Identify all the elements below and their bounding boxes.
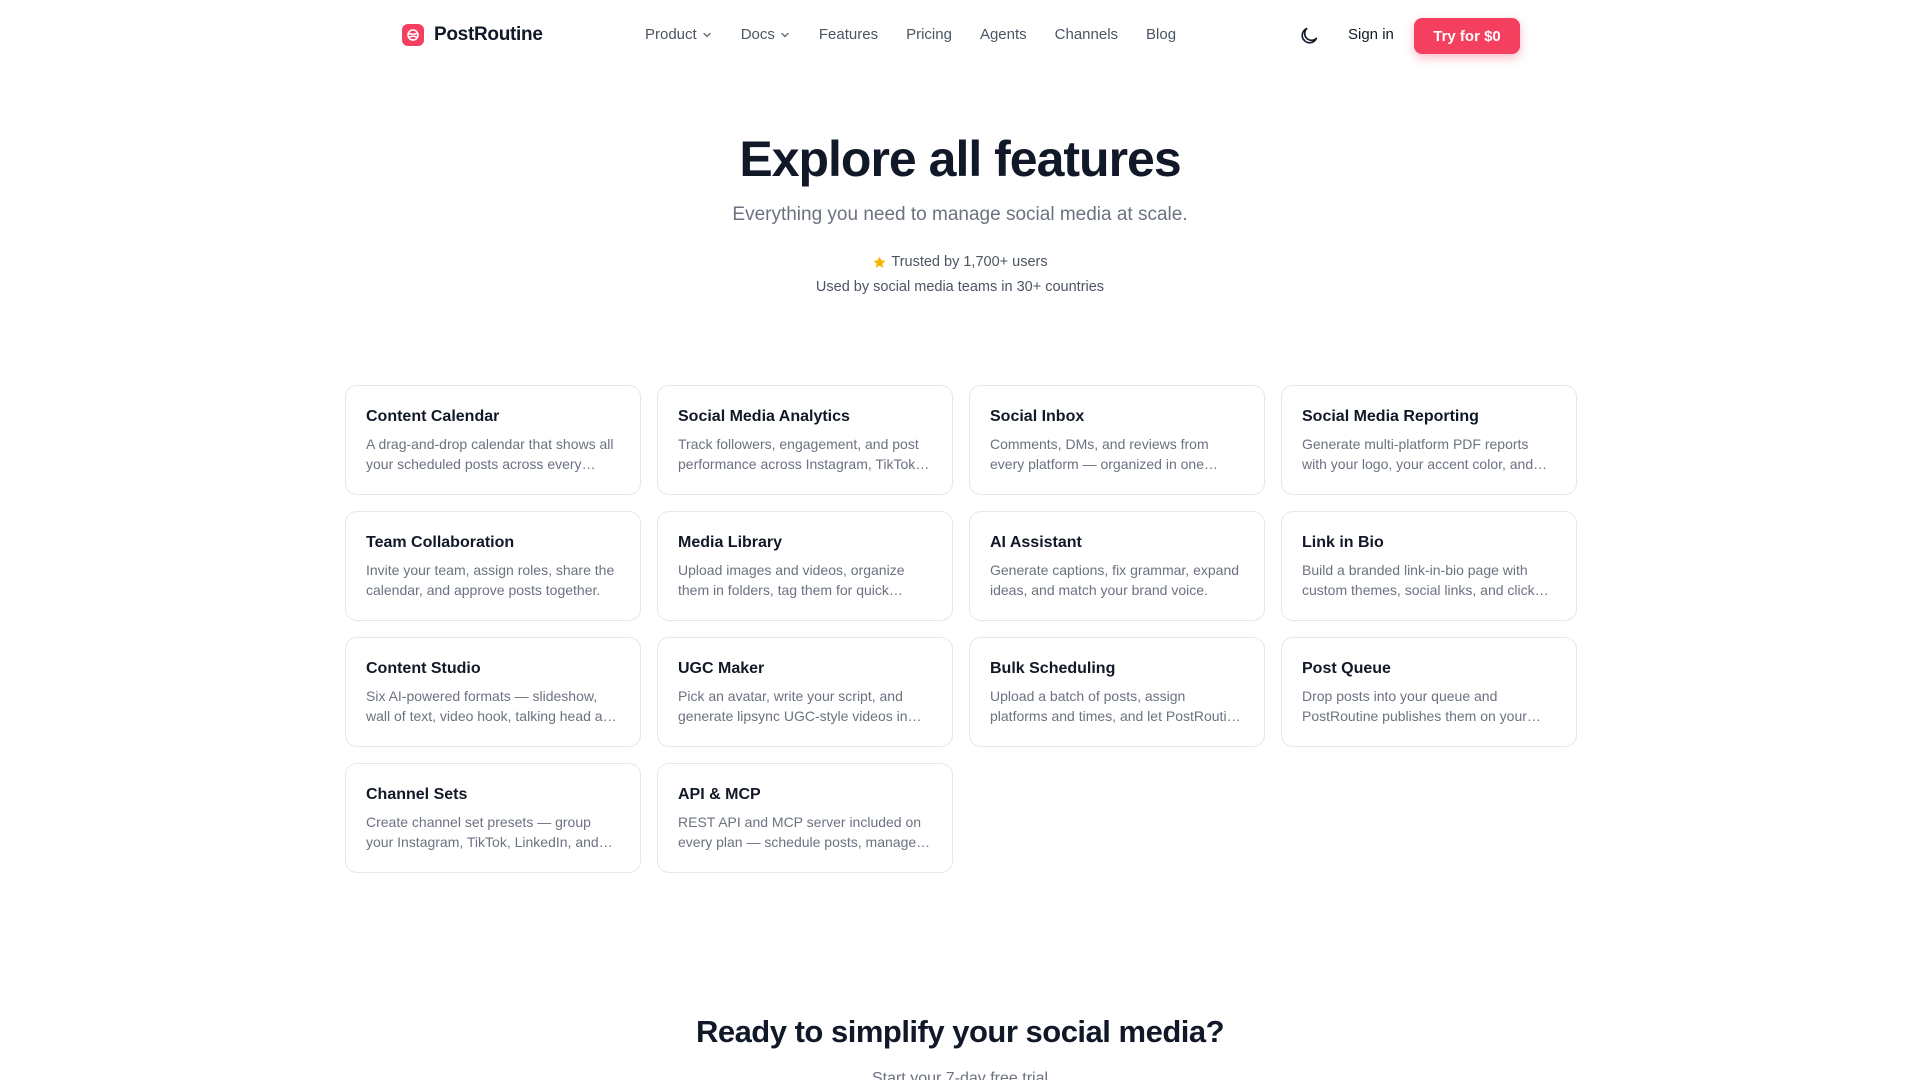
feature-card-title: Channel Sets: [366, 786, 468, 803]
trust-badge: Trusted by 1,700+ users: [0, 254, 1920, 270]
feature-card-description: Create channel set presets — group your …: [366, 814, 599, 850]
feature-card-description: Comments, DMs, and reviews from every pl…: [990, 436, 1209, 472]
brand-logo-icon: [402, 24, 424, 46]
feature-card-bulk-scheduling[interactable]: Bulk Scheduling Upload a batch of posts,…: [969, 637, 1265, 747]
feature-card-description: Upload a batch of posts, assign platform…: [990, 688, 1243, 724]
feature-card-channel-sets[interactable]: Channel Sets Create channel set presets …: [345, 763, 641, 873]
feature-card-description: Six AI-powered formats — slideshow, wall…: [366, 688, 619, 724]
brand-logo-link[interactable]: PostRoutine: [402, 24, 543, 46]
nav-item-pricing[interactable]: Pricing: [906, 26, 952, 43]
sign-in-link[interactable]: Sign in: [1348, 26, 1394, 43]
cta-title: Ready to simplify your social media?: [695, 1014, 1225, 1049]
feature-card-description: A drag-and-drop calendar that shows all …: [366, 436, 614, 472]
feature-card-title: AI Assistant: [990, 534, 1082, 551]
feature-card-media-library[interactable]: Media Library Upload images and videos, …: [657, 511, 953, 621]
cta-subtitle: Start your 7-day free trial: [871, 1070, 1049, 1080]
try-for-free-button[interactable]: Try for $0: [1414, 18, 1520, 54]
feature-card-title: Content Studio: [366, 660, 481, 677]
feature-card-api-mcp[interactable]: API & MCP REST API and MCP server includ…: [657, 763, 953, 873]
feature-card-title: UGC Maker: [678, 660, 765, 677]
feature-card-description: Track followers, engagement, and post pe…: [678, 436, 919, 472]
feature-card-title: Content Calendar: [366, 408, 500, 425]
feature-card-social-media-reporting[interactable]: Social Media Reporting Generate multi-pl…: [1281, 385, 1577, 495]
feature-card-description: Invite your team, assign roles, share th…: [366, 562, 615, 598]
brand-name: PostRoutine: [434, 24, 543, 45]
feature-card-link-in-bio[interactable]: Link in Bio Build a branded link-in-bio …: [1281, 511, 1577, 621]
feature-card-title: API & MCP: [678, 786, 761, 803]
nav-item-docs[interactable]: Docs: [741, 26, 791, 43]
feature-card-description: REST API and MCP server included on ever…: [678, 814, 922, 850]
feature-card-title: Link in Bio: [1302, 534, 1384, 551]
feature-card-title: Social Media Reporting: [1302, 408, 1479, 425]
feature-card-title: Media Library: [678, 534, 783, 551]
moon-icon: [1301, 27, 1318, 44]
feature-card-team-collaboration[interactable]: Team Collaboration Invite your team, ass…: [345, 511, 641, 621]
nav-item-label: Product: [645, 26, 697, 43]
feature-card-description: Pick an avatar, write your script, and g…: [678, 688, 908, 724]
trust-text: Trusted by 1,700+ users: [891, 254, 1048, 270]
feature-card-ai-assistant[interactable]: AI Assistant Generate captions, fix gram…: [969, 511, 1265, 621]
theme-toggle-button[interactable]: [1298, 25, 1320, 47]
page-title: Explore all features: [739, 131, 1181, 187]
feature-card-title: Post Queue: [1302, 660, 1391, 677]
feature-card-description: Drop posts into your queue and PostRouti…: [1302, 688, 1527, 724]
feature-card-description: Generate multi-platform PDF reports with…: [1302, 436, 1534, 472]
chevron-down-icon: [702, 32, 711, 37]
feature-card-social-inbox[interactable]: Social Inbox Comments, DMs, and reviews …: [969, 385, 1265, 495]
feature-card-description: Upload images and videos, organize them …: [678, 562, 905, 598]
page-subtitle: Everything you need to manage social med…: [732, 204, 1188, 225]
features-grid: Content Calendar A drag-and-drop calenda…: [345, 385, 1577, 873]
feature-card-title: Team Collaboration: [366, 534, 515, 551]
feature-card-title: Bulk Scheduling: [990, 660, 1116, 677]
feature-card-description: Build a branded link-in-bio page with cu…: [1302, 562, 1535, 598]
main-nav: Product Docs Features Pricing Agents Cha…: [645, 26, 1176, 43]
feature-card-social-media-analytics[interactable]: Social Media Analytics Track followers, …: [657, 385, 953, 495]
chevron-down-icon: [781, 32, 789, 37]
nav-item-agents[interactable]: Agents: [980, 26, 1027, 43]
nav-item-product[interactable]: Product: [645, 26, 713, 43]
feature-card-post-queue[interactable]: Post Queue Drop posts into your queue an…: [1281, 637, 1577, 747]
trust-subtext: Used by social media teams in 30+ countr…: [815, 279, 1105, 295]
nav-item-channels[interactable]: Channels: [1055, 26, 1118, 43]
nav-item-features[interactable]: Features: [819, 26, 878, 43]
feature-card-content-studio[interactable]: Content Studio Six AI-powered formats — …: [345, 637, 641, 747]
feature-card-ugc-maker[interactable]: UGC Maker Pick an avatar, write your scr…: [657, 637, 953, 747]
feature-card-title: Social Media Analytics: [678, 408, 850, 425]
site-header: PostRoutine Product Docs Features Pricin…: [0, 0, 1920, 72]
nav-item-blog[interactable]: Blog: [1146, 26, 1176, 43]
feature-card-content-calendar[interactable]: Content Calendar A drag-and-drop calenda…: [345, 385, 641, 495]
feature-card-title: Social Inbox: [990, 408, 1085, 425]
star-icon: [873, 256, 886, 268]
nav-item-label: Docs: [740, 26, 775, 43]
feature-card-description: Generate captions, fix grammar, expand i…: [990, 562, 1240, 598]
